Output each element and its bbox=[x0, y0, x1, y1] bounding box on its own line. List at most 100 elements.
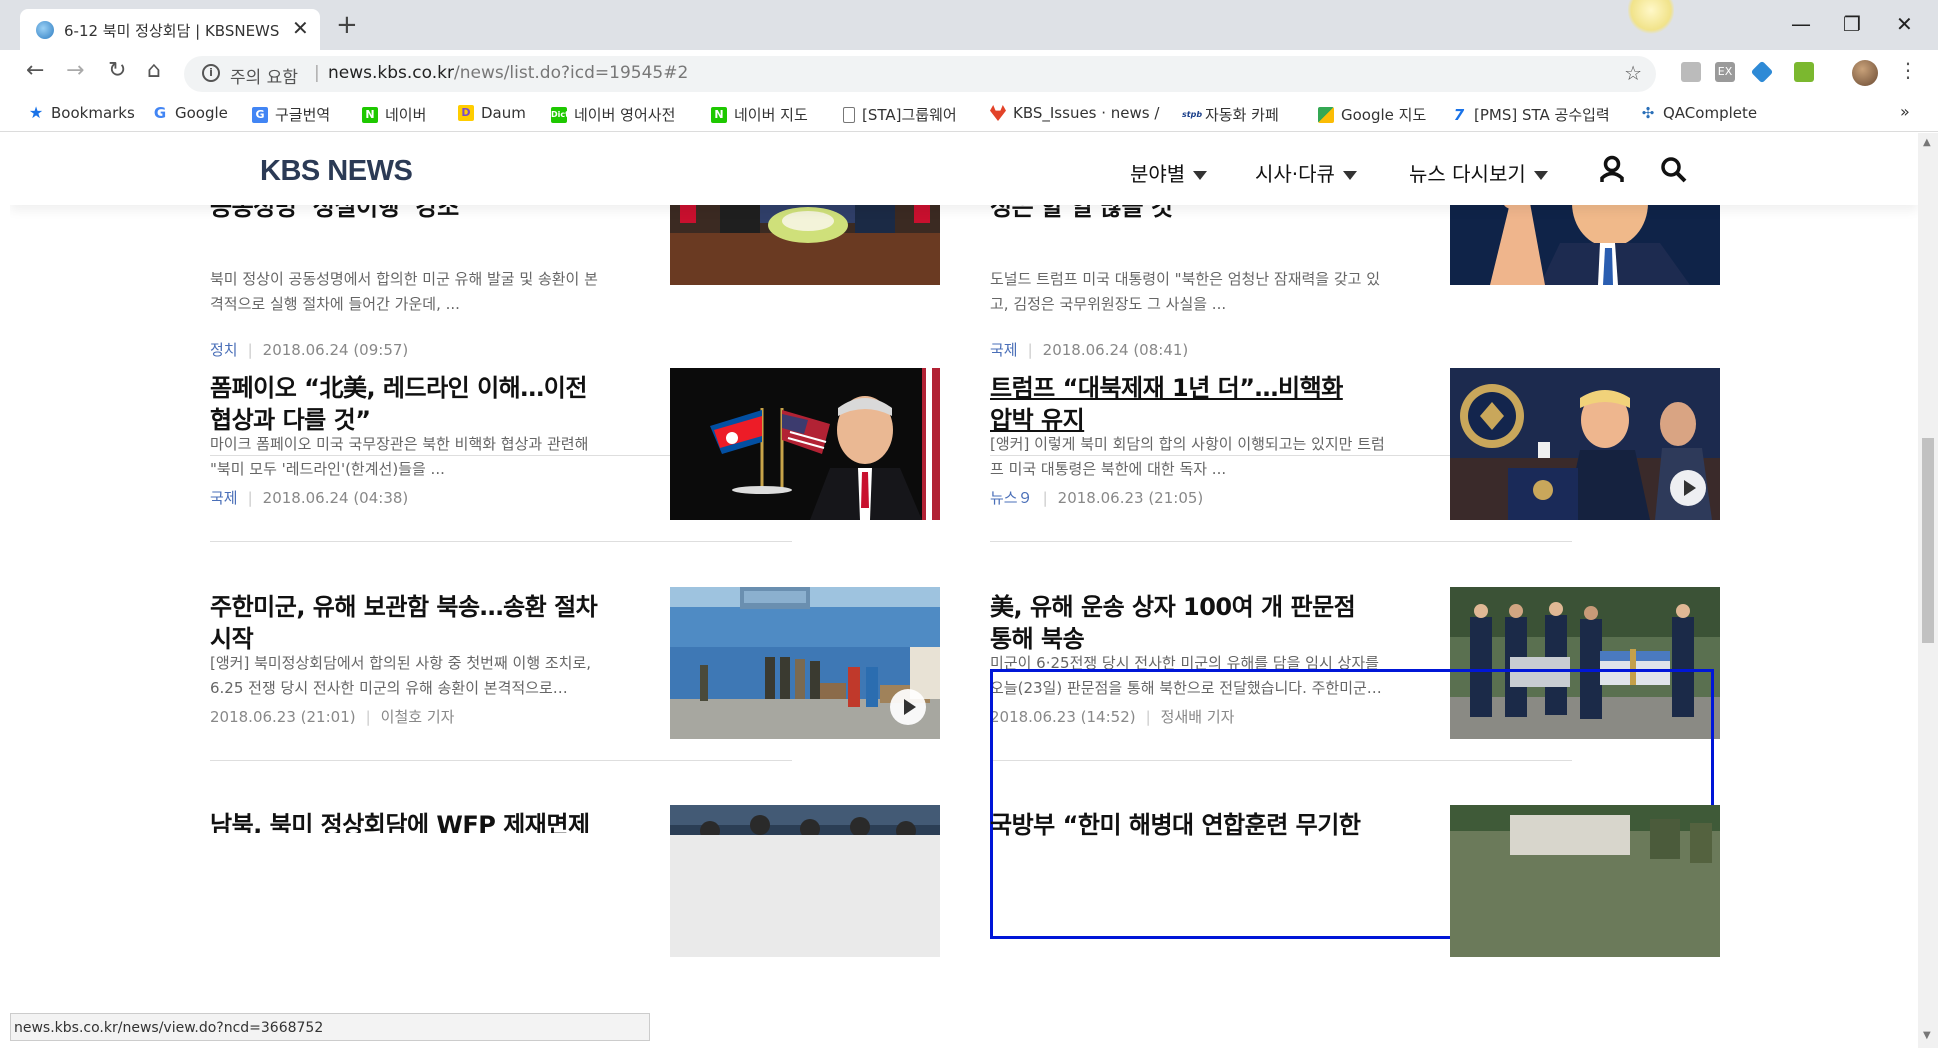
article-thumbnail[interactable] bbox=[1450, 368, 1720, 520]
bookmark-label: 네이버 영어사전 bbox=[574, 106, 676, 124]
article-title[interactable]: 美, 유해 운송 상자 100여 개 판문점 통해 북송 bbox=[990, 591, 1370, 655]
restore-button[interactable]: ❐ bbox=[1843, 12, 1861, 36]
browser-menu-icon[interactable]: ⋮ bbox=[1898, 58, 1918, 82]
gitlab-icon bbox=[990, 105, 1006, 121]
bookmark-item[interactable]: N 네이버 bbox=[362, 104, 426, 125]
article-meta: 국제 | 2018.06.24 (04:38) bbox=[210, 489, 409, 507]
address-bar[interactable]: i 주의 요함 | news.kbs.co.kr/news/list.do?ic… bbox=[184, 56, 1656, 92]
naver-icon: N bbox=[362, 106, 378, 123]
article-summary: [앵커] 북미정상회담에서 합의된 사항 중 첫번째 이행 조치로, 6.25 … bbox=[210, 654, 592, 697]
new-tab-button[interactable]: + bbox=[336, 10, 358, 40]
play-icon[interactable] bbox=[1670, 470, 1706, 506]
article-summary: [앵커] 이렇게 북미 회담의 합의 사항이 이행되고는 있지만 트럼프 미국 … bbox=[990, 435, 1385, 478]
google-icon: G bbox=[153, 104, 167, 122]
bookmark-item[interactable]: N 네이버 지도 bbox=[711, 104, 808, 125]
daum-icon: D bbox=[458, 105, 474, 121]
minimize-button[interactable]: — bbox=[1791, 12, 1811, 36]
extension-1-icon[interactable] bbox=[1681, 62, 1701, 82]
profile-avatar[interactable] bbox=[1852, 60, 1878, 86]
chevron-down-icon bbox=[1342, 171, 1357, 180]
bookmark-item[interactable]: ★ Bookmarks bbox=[28, 104, 135, 122]
star-icon: ★ bbox=[28, 103, 44, 122]
browser-tab[interactable]: 6-12 북미 정상회담 | KBSNEWS ✕ bbox=[20, 9, 320, 50]
article-title[interactable]: 폼페이오 “北美, 레드라인 이해…이전 협상과 다를 것” bbox=[210, 372, 590, 436]
close-window-button[interactable]: ✕ bbox=[1896, 12, 1913, 36]
kbs-favicon-icon bbox=[36, 21, 54, 39]
bookmark-item[interactable]: 7 [PMS] STA 공수입력 bbox=[1451, 104, 1610, 125]
article-meta: 2018.06.23 (21:01) | 이철호 기자 bbox=[210, 708, 455, 726]
menu-label: 분야별 bbox=[1130, 162, 1186, 186]
article-title[interactable]: 남북, 북미 정상회담에 WFP 제재면제 요구 bbox=[210, 809, 610, 833]
menu-label: 뉴스 다시보기 bbox=[1409, 162, 1526, 186]
scroll-thumb[interactable] bbox=[1922, 438, 1934, 643]
cafe-icon: stpb bbox=[1182, 109, 1203, 119]
forward-button[interactable]: → bbox=[66, 58, 84, 83]
menu-current-affairs[interactable]: 시사·다큐 bbox=[1255, 158, 1357, 187]
article-summary: 도널드 트럼프 미국 대통령이 "북한은 엄청난 잠재력을 갖고 있고, 김정은… bbox=[990, 270, 1381, 313]
status-bar-url: news.kbs.co.kr/news/view.do?ncd=3668752 bbox=[10, 1013, 650, 1041]
close-tab-icon[interactable]: ✕ bbox=[292, 16, 309, 40]
bookmark-item[interactable]: KBS_Issues · news / bbox=[990, 104, 1159, 122]
chevron-down-icon bbox=[1193, 171, 1208, 180]
article-summary: 북미 정상이 공동성명에서 합의한 미군 유해 발굴 및 송환이 본격적으로 실… bbox=[210, 270, 598, 313]
bookmark-item[interactable]: ✣ QAComplete bbox=[1640, 104, 1757, 122]
article-category[interactable]: 국제 bbox=[210, 489, 238, 507]
article-category[interactable]: 국제 bbox=[990, 341, 1018, 359]
extension-ex-icon[interactable]: EX bbox=[1715, 62, 1735, 82]
extension-green-icon[interactable] bbox=[1794, 62, 1814, 82]
search-icon[interactable] bbox=[1660, 156, 1688, 184]
article-thumbnail[interactable] bbox=[1450, 805, 1720, 957]
article-thumbnail[interactable] bbox=[670, 368, 940, 520]
page-icon bbox=[843, 106, 855, 123]
article-thumbnail[interactable] bbox=[670, 805, 940, 957]
menu-replay[interactable]: 뉴스 다시보기 bbox=[1409, 158, 1548, 187]
bookmark-label: KBS_Issues · news / bbox=[1013, 104, 1160, 122]
row-divider bbox=[210, 541, 792, 542]
user-icon[interactable] bbox=[1599, 155, 1625, 183]
bookmark-label: 구글번역 bbox=[275, 106, 331, 124]
article-date: 2018.06.23 (21:05) bbox=[1057, 489, 1204, 507]
row-divider bbox=[210, 760, 792, 761]
omnibox-separator: | bbox=[314, 63, 320, 83]
bookmark-item[interactable]: stpb 자동화 카페 bbox=[1182, 104, 1279, 125]
bookmark-label: 네이버 지도 bbox=[734, 106, 808, 124]
article-title[interactable]: 트럼프 “대북제재 1년 더”…비핵화 압박 유지 bbox=[990, 372, 1370, 436]
article-date: 2018.06.24 (04:38) bbox=[262, 489, 409, 507]
article-date: 2018.06.24 (08:41) bbox=[1042, 341, 1189, 359]
bookmark-item[interactable]: G Google bbox=[152, 104, 228, 122]
bookmark-item[interactable]: G 구글번역 bbox=[252, 104, 330, 125]
bookmark-star-icon[interactable]: ☆ bbox=[1624, 61, 1642, 85]
play-icon[interactable] bbox=[890, 689, 926, 725]
qa-icon: ✣ bbox=[1641, 104, 1655, 122]
article-meta: 국제 | 2018.06.24 (08:41) bbox=[990, 341, 1189, 359]
back-button[interactable]: ← bbox=[26, 58, 44, 83]
bookmark-label: Daum bbox=[481, 104, 526, 122]
translate-icon: G bbox=[252, 106, 268, 123]
page-scrollbar[interactable]: ▲ ▼ bbox=[1918, 133, 1938, 1048]
chevron-down-icon bbox=[1533, 171, 1548, 180]
home-button[interactable]: ⌂ bbox=[147, 58, 161, 83]
article-title[interactable]: 주한미군, 유해 보관함 북송…송환 절차 시작 bbox=[210, 591, 600, 655]
bookmark-item[interactable]: Dict 네이버 영어사전 bbox=[551, 104, 675, 125]
bookmark-item[interactable]: [STA]그룹웨어 bbox=[843, 104, 957, 125]
bookmark-item[interactable]: D Daum bbox=[458, 104, 526, 122]
bookmark-label: 자동화 카페 bbox=[1205, 106, 1279, 124]
bookmarks-overflow-button[interactable]: » bbox=[1900, 102, 1910, 121]
article-category[interactable]: 정치 bbox=[210, 341, 238, 359]
article-category[interactable]: 뉴스９ bbox=[990, 489, 1033, 507]
scroll-down-icon[interactable]: ▼ bbox=[1923, 1030, 1931, 1041]
article-thumbnail[interactable] bbox=[670, 587, 940, 739]
info-icon[interactable]: i bbox=[202, 64, 220, 82]
bookmark-item[interactable]: Google 지도 bbox=[1318, 104, 1426, 125]
reload-button[interactable]: ↻ bbox=[108, 58, 126, 83]
article-meta: 뉴스９ | 2018.06.23 (21:05) bbox=[990, 489, 1204, 507]
article-title[interactable]: 국방부 “한미 해병대 연합훈련 무기한 bbox=[990, 809, 1390, 841]
scroll-up-icon[interactable]: ▲ bbox=[1923, 137, 1931, 148]
row-divider bbox=[990, 541, 1572, 542]
url-text[interactable]: news.kbs.co.kr/news/list.do?icd=19545#2 bbox=[328, 63, 688, 83]
menu-category[interactable]: 분야별 bbox=[1130, 158, 1208, 187]
article-reporter[interactable]: 이철호 기자 bbox=[381, 708, 455, 726]
bookmark-label: Bookmarks bbox=[51, 104, 135, 122]
kbs-news-logo[interactable]: KBS NEWS bbox=[260, 155, 413, 188]
site-header: KBS NEWS 분야별 시사·다큐 뉴스 다시보기 bbox=[10, 133, 1918, 205]
